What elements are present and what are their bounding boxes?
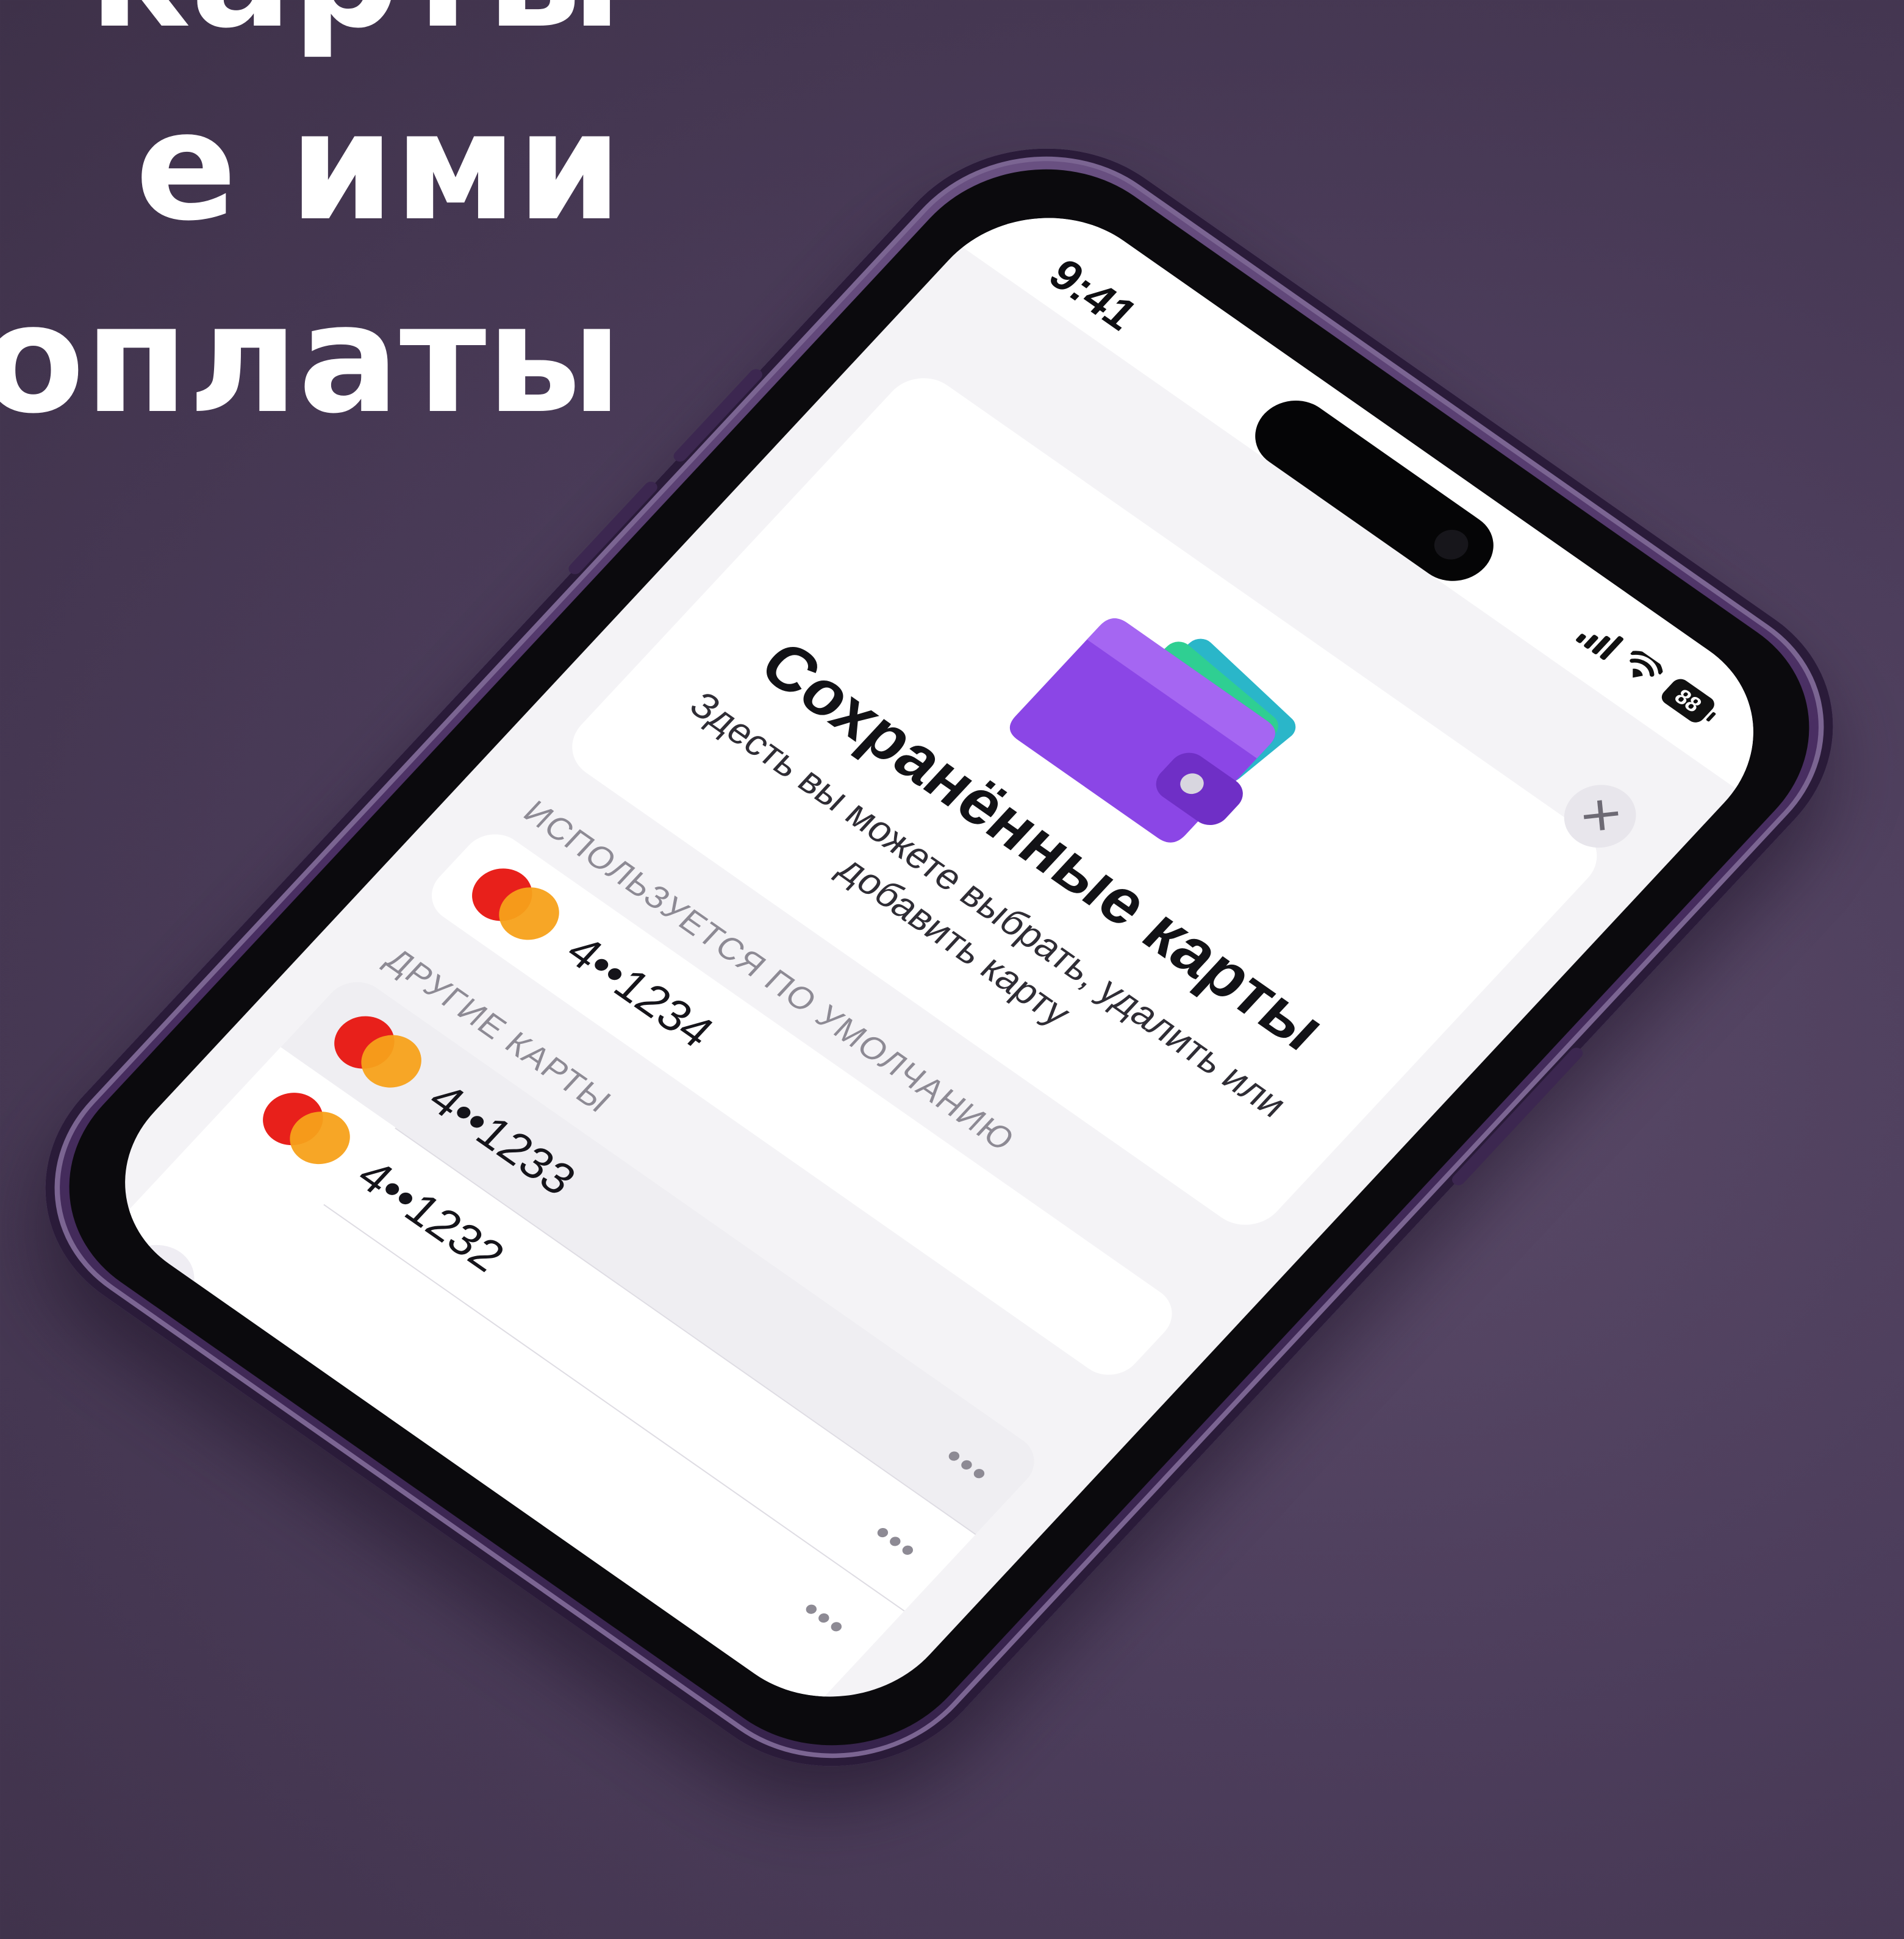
headline-line-2: е ими bbox=[135, 80, 622, 254]
mastercard-icon bbox=[250, 1082, 364, 1176]
mastercard-icon bbox=[459, 857, 573, 952]
headline-line-1: карты bbox=[0, 0, 622, 71]
status-time: 9:41 bbox=[1039, 249, 1148, 340]
saved-cards-sheet: ✕ Сохранённые карты Здесть вы можете выб… bbox=[74, 255, 1728, 1741]
wifi-icon bbox=[1630, 651, 1663, 678]
more-options-button[interactable]: ••• bbox=[792, 1590, 859, 1647]
promo-headline: карты е ими оплаты bbox=[0, 0, 622, 456]
close-icon: ✕ bbox=[1568, 787, 1632, 845]
headline-line-3: оплаты bbox=[0, 273, 622, 447]
front-camera bbox=[1427, 524, 1475, 566]
signal-icon bbox=[1575, 618, 1625, 661]
mastercard-icon bbox=[322, 1005, 435, 1099]
battery-icon: 88 bbox=[1658, 676, 1719, 726]
